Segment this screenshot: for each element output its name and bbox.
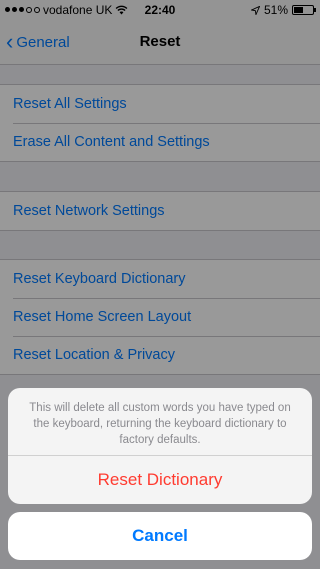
cancel-button[interactable]: Cancel	[8, 512, 312, 560]
action-sheet-message: This will delete all custom words you ha…	[8, 388, 312, 456]
action-sheet: This will delete all custom words you ha…	[8, 388, 312, 504]
reset-dictionary-button[interactable]: Reset Dictionary	[8, 456, 312, 504]
